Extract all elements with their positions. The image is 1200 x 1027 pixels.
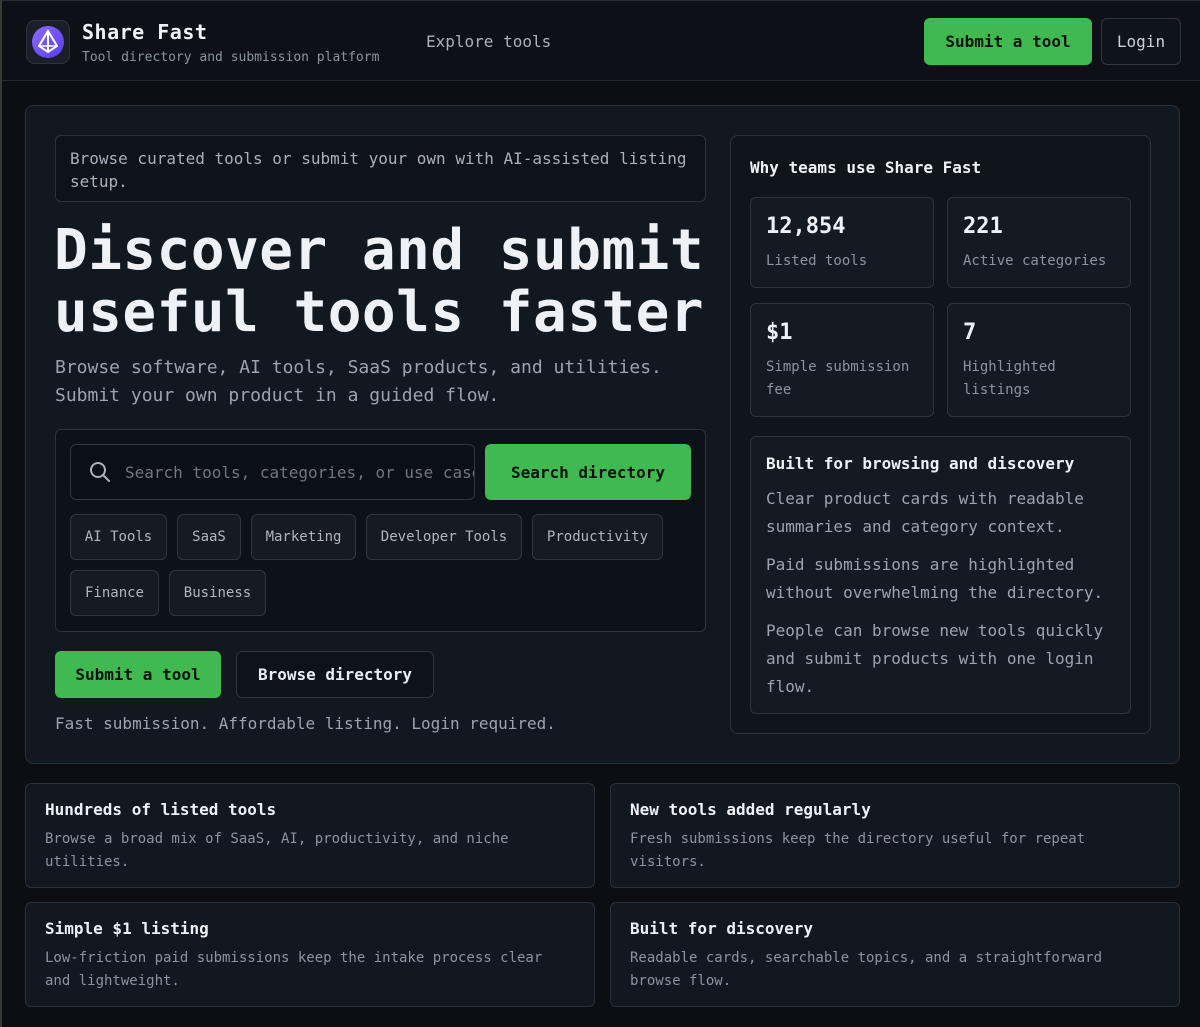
- why-teams-panel: Why teams use Share Fast 12,854 Listed t…: [730, 135, 1151, 734]
- login-button[interactable]: Login: [1101, 18, 1181, 65]
- built-card-paragraph: Paid submissions are highlighted without…: [766, 555, 1104, 602]
- header-submit-tool-button[interactable]: Submit a tool: [924, 18, 1092, 65]
- stat-label: Active categories: [963, 253, 1107, 269]
- search-input[interactable]: [125, 462, 474, 482]
- category-chip-finance[interactable]: Finance: [70, 570, 159, 616]
- built-card-title: Built for browsing and discovery: [766, 454, 1075, 473]
- feature-description: Browse a broad mix of SaaS, AI, producti…: [45, 831, 509, 870]
- search-directory-button[interactable]: Search directory: [485, 444, 691, 500]
- category-chip-productivity[interactable]: Productivity: [532, 514, 663, 560]
- search-icon: [90, 462, 110, 482]
- stat-card-submission-fee: $1 Simple submission fee: [750, 303, 934, 417]
- category-chip-saas[interactable]: SaaS: [177, 514, 241, 560]
- feature-title: Built for discovery: [630, 919, 814, 938]
- brand-logo-icon[interactable]: [26, 20, 70, 64]
- hero-eyebrow: Browse curated tools or submit your own …: [55, 135, 706, 202]
- logo-mark-icon: [32, 26, 64, 58]
- stat-value: 7: [963, 320, 977, 345]
- stat-value: $1: [766, 320, 793, 345]
- built-for-browsing-card: Built for browsing and discovery Clear p…: [750, 436, 1131, 714]
- hero-subtitle: Browse software, AI tools, SaaS products…: [55, 354, 715, 410]
- stat-value: 221: [963, 214, 1003, 239]
- stat-label: Simple submission fee: [766, 359, 910, 398]
- hero-panel: Browse curated tools or submit your own …: [25, 105, 1180, 764]
- feature-card-listed-tools: Hundreds of listed tools Browse a broad …: [25, 783, 595, 888]
- hero-title: Discover and submit useful tools faster: [54, 220, 714, 344]
- feature-title: Hundreds of listed tools: [45, 800, 277, 819]
- brand-name[interactable]: Share Fast: [82, 20, 207, 44]
- stat-card-listed-tools: 12,854 Listed tools: [750, 197, 934, 288]
- category-chip-ai-tools[interactable]: AI Tools: [70, 514, 167, 560]
- stat-label: Listed tools: [766, 253, 868, 269]
- stat-card-active-categories: 221 Active categories: [947, 197, 1131, 288]
- hero-subtitle-line-2: Submit your own product in a guided flow…: [55, 385, 500, 406]
- category-chip-developer-tools[interactable]: Developer Tools: [366, 514, 522, 560]
- hero-submit-tool-button[interactable]: Submit a tool: [55, 651, 221, 698]
- built-card-paragraph: Clear product cards with readable summar…: [766, 489, 1084, 536]
- hero-title-line-1: Discover and submit: [54, 218, 705, 283]
- stat-value: 12,854: [766, 214, 846, 239]
- hero-note: Fast submission. Affordable listing. Log…: [55, 714, 556, 733]
- category-chip-marketing[interactable]: Marketing: [251, 514, 356, 560]
- built-card-paragraph: People can browse new tools quickly and …: [766, 621, 1104, 696]
- feature-title: Simple $1 listing: [45, 919, 209, 938]
- feature-description: Fresh submissions keep the directory use…: [630, 831, 1086, 870]
- why-teams-title: Why teams use Share Fast: [750, 158, 982, 177]
- search-panel: Search directory AI Tools SaaS Marketing…: [55, 429, 706, 632]
- feature-description: Readable cards, searchable topics, and a…: [630, 950, 1103, 989]
- nav-explore-tools-link[interactable]: Explore tools: [426, 32, 551, 51]
- category-chip-business[interactable]: Business: [169, 570, 266, 616]
- hero-title-line-2: useful tools faster: [54, 280, 705, 345]
- stat-card-highlighted-listings: 7 Highlighted listings: [947, 303, 1131, 417]
- feature-card-new-tools: New tools added regularly Fresh submissi…: [610, 783, 1180, 888]
- top-header: Share Fast Tool directory and submission…: [2, 1, 1200, 81]
- feature-title: New tools added regularly: [630, 800, 871, 819]
- stat-label: Highlighted listings: [963, 359, 1056, 398]
- hero-subtitle-line-1: Browse software, AI tools, SaaS products…: [55, 357, 662, 378]
- search-field[interactable]: [70, 444, 475, 500]
- feature-card-simple-listing: Simple $1 listing Low-friction paid subm…: [25, 902, 595, 1007]
- feature-description: Low-friction paid submissions keep the i…: [45, 950, 543, 989]
- brand-subtitle: Tool directory and submission platform: [82, 50, 380, 65]
- browse-directory-button[interactable]: Browse directory: [236, 651, 434, 698]
- feature-card-built-for-discovery: Built for discovery Readable cards, sear…: [610, 902, 1180, 1007]
